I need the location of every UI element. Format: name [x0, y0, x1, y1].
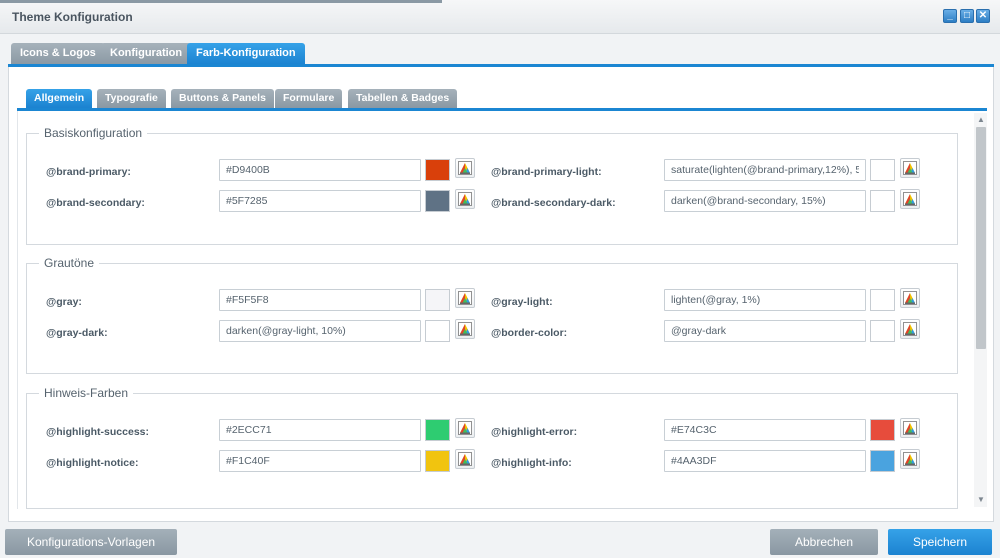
color-picker-icon[interactable] [900, 418, 920, 438]
gray-light-input[interactable] [664, 289, 866, 311]
brand-primary-light-swatch[interactable] [870, 159, 895, 181]
highlight-notice-input[interactable] [219, 450, 421, 472]
section-basiskonfiguration: Basiskonfiguration [26, 126, 958, 245]
window-titlebar: Theme Konfiguration _ □ ✕ [0, 0, 1000, 34]
label-gray-light: @gray-light: [491, 296, 553, 308]
minimize-icon: _ [947, 10, 953, 21]
label-gray: @gray: [46, 296, 82, 308]
gray-input[interactable] [219, 289, 421, 311]
highlight-error-swatch[interactable] [870, 419, 895, 441]
tab-konfiguration[interactable]: Konfiguration [101, 43, 192, 65]
label-brand-primary-light: @brand-primary-light: [491, 166, 602, 178]
minimize-button[interactable]: _ [943, 9, 957, 23]
section-hinweis-farben: Hinweis-Farben [26, 386, 958, 509]
color-picker-icon[interactable] [455, 189, 475, 209]
highlight-info-input[interactable] [664, 450, 866, 472]
border-color-input[interactable] [664, 320, 866, 342]
tab-allgemein[interactable]: Allgemein [26, 89, 93, 108]
tab-buttons-panels[interactable]: Buttons & Panels [171, 89, 274, 108]
label-highlight-info: @highlight-info: [491, 457, 572, 469]
section-legend: Grautöne [44, 256, 95, 270]
main-panel: Allgemein Typografie Buttons & Panels Fo… [8, 67, 994, 522]
brand-secondary-swatch[interactable] [425, 190, 450, 212]
label-border-color: @border-color: [491, 327, 568, 339]
color-picker-icon[interactable] [900, 288, 920, 308]
border-color-swatch[interactable] [870, 320, 895, 342]
label-brand-primary: @brand-primary: [46, 166, 131, 178]
save-button[interactable]: Speichern [888, 529, 992, 555]
highlight-info-swatch[interactable] [870, 450, 895, 472]
gray-light-swatch[interactable] [870, 289, 895, 311]
footer-bar: Konfigurations-Vorlagen Abbrechen Speich… [0, 522, 1000, 558]
titlebar-accent-line [0, 0, 442, 3]
label-highlight-error: @highlight-error: [491, 426, 578, 438]
color-picker-icon[interactable] [455, 319, 475, 339]
brand-secondary-dark-input[interactable] [664, 190, 866, 212]
gray-dark-input[interactable] [219, 320, 421, 342]
color-picker-icon[interactable] [900, 158, 920, 178]
color-picker-icon[interactable] [455, 158, 475, 178]
tab-tabellen-badges[interactable]: Tabellen & Badges [348, 89, 458, 108]
label-brand-secondary-dark: @brand-secondary-dark: [491, 197, 616, 209]
scrollbar-thumb[interactable] [976, 127, 986, 349]
tab-icons-logos[interactable]: Icons & Logos [11, 43, 105, 65]
maximize-button[interactable]: □ [960, 9, 974, 23]
brand-primary-swatch[interactable] [425, 159, 450, 181]
label-highlight-success: @highlight-success: [46, 426, 150, 438]
color-picker-icon[interactable] [900, 319, 920, 339]
tab-farb-konfiguration[interactable]: Farb-Konfiguration [187, 43, 305, 65]
color-picker-icon[interactable] [455, 418, 475, 438]
config-scroll-area[interactable]: Basiskonfiguration @brand-primary: @bran… [17, 111, 987, 509]
brand-primary-input[interactable] [219, 159, 421, 181]
brand-secondary-input[interactable] [219, 190, 421, 212]
brand-secondary-dark-swatch[interactable] [870, 190, 895, 212]
label-gray-dark: @gray-dark: [46, 327, 108, 339]
vertical-scrollbar[interactable]: ▲ ▼ [974, 113, 987, 507]
color-picker-icon[interactable] [455, 449, 475, 469]
highlight-notice-swatch[interactable] [425, 450, 450, 472]
highlight-success-input[interactable] [219, 419, 421, 441]
label-brand-secondary: @brand-secondary: [46, 197, 145, 209]
section-grautoene: Grautöne [26, 256, 958, 374]
scroll-down-arrow-icon[interactable]: ▼ [976, 495, 986, 505]
section-legend: Basiskonfiguration [44, 126, 143, 140]
cancel-button[interactable]: Abbrechen [770, 529, 878, 555]
maximize-icon: □ [963, 10, 971, 21]
highlight-success-swatch[interactable] [425, 419, 450, 441]
color-picker-icon[interactable] [900, 449, 920, 469]
label-highlight-notice: @highlight-notice: [46, 457, 139, 469]
theme-config-window: Theme Konfiguration _ □ ✕ Icons & Logos … [0, 0, 1000, 558]
highlight-error-input[interactable] [664, 419, 866, 441]
close-icon: ✕ [978, 10, 988, 21]
close-button[interactable]: ✕ [976, 9, 990, 23]
scroll-up-arrow-icon[interactable]: ▲ [976, 115, 986, 125]
gray-dark-swatch[interactable] [425, 320, 450, 342]
tab-typografie[interactable]: Typografie [97, 89, 166, 108]
section-legend: Hinweis-Farben [44, 386, 129, 400]
color-picker-icon[interactable] [455, 288, 475, 308]
color-picker-icon[interactable] [900, 189, 920, 209]
window-title: Theme Konfiguration [12, 10, 133, 24]
brand-primary-light-input[interactable] [664, 159, 866, 181]
gray-swatch[interactable] [425, 289, 450, 311]
tab-formulare[interactable]: Formulare [275, 89, 343, 108]
config-presets-button[interactable]: Konfigurations-Vorlagen [5, 529, 177, 555]
